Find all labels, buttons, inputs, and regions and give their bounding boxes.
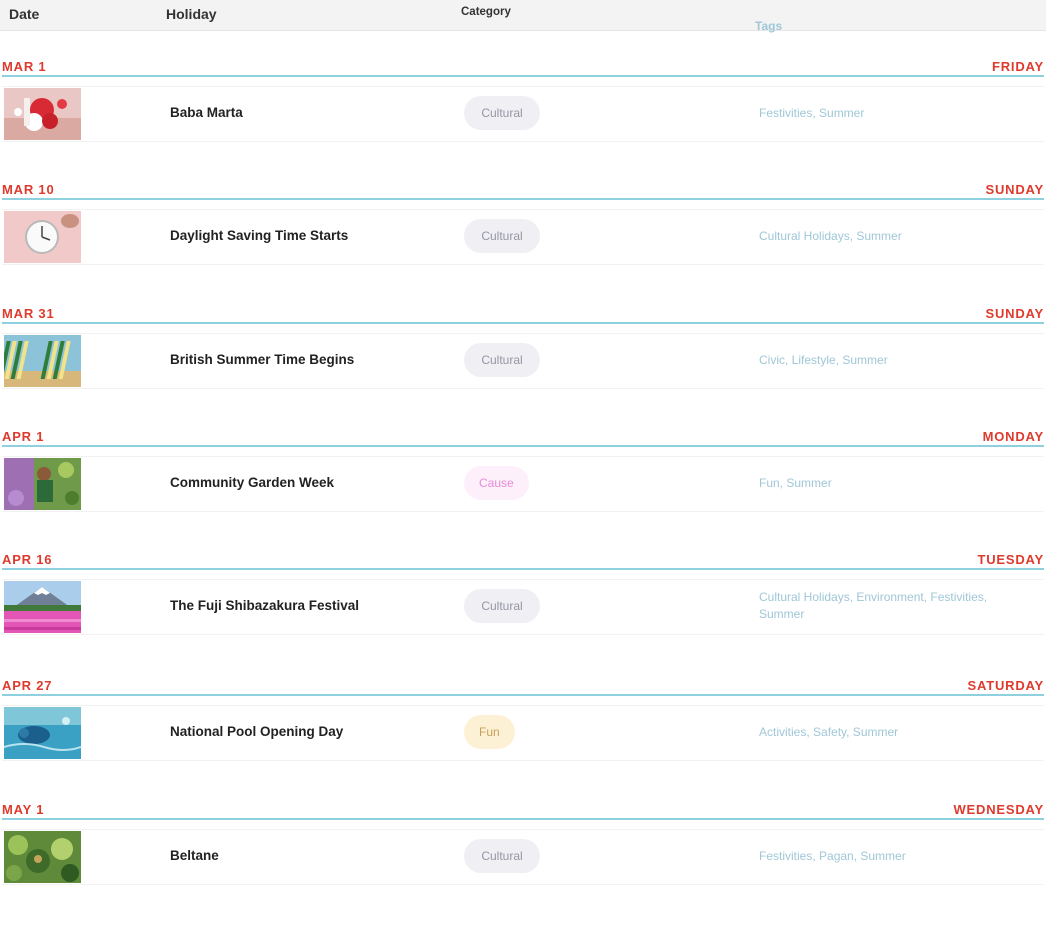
weekday-label: WEDNESDAY bbox=[953, 802, 1044, 817]
weekday-label: SUNDAY bbox=[985, 306, 1044, 321]
holiday-thumbnail[interactable] bbox=[4, 458, 81, 510]
tag-list[interactable]: Festivities, Summer bbox=[759, 105, 999, 122]
date-group: MAR 10 SUNDAY Daylight Saving Time Start… bbox=[0, 182, 1046, 306]
holiday-row[interactable]: Baba Marta Cultural Festivities, Summer bbox=[2, 86, 1044, 142]
tag-list[interactable]: Cultural Holidays, Environment, Festivit… bbox=[759, 589, 999, 623]
tag-list[interactable]: Activities, Safety, Summer bbox=[759, 724, 999, 741]
holiday-row[interactable]: The Fuji Shibazakura Festival Cultural C… bbox=[2, 579, 1044, 635]
weekday-label: SUNDAY bbox=[985, 182, 1044, 197]
tag-list[interactable]: Fun, Summer bbox=[759, 475, 999, 492]
date-label: APR 27 bbox=[2, 678, 53, 693]
holiday-row[interactable]: Beltane Cultural Festivities, Pagan, Sum… bbox=[2, 829, 1044, 885]
tag-list[interactable]: Festivities, Pagan, Summer bbox=[759, 848, 999, 865]
date-divider bbox=[2, 802, 1044, 820]
date-label: APR 1 bbox=[2, 429, 45, 444]
holiday-row[interactable]: Community Garden Week Cause Fun, Summer bbox=[2, 456, 1044, 512]
category-badge[interactable]: Cultural bbox=[464, 589, 540, 623]
holiday-row[interactable]: Daylight Saving Time Starts Cultural Cul… bbox=[2, 209, 1044, 265]
weekday-label: MONDAY bbox=[982, 429, 1044, 444]
holiday-thumbnail[interactable] bbox=[4, 707, 81, 759]
column-header-holiday[interactable]: Holiday bbox=[166, 6, 217, 22]
date-group: APR 16 TUESDAY The Fuji Shibazakura Fest… bbox=[0, 552, 1046, 676]
holiday-name[interactable]: Baba Marta bbox=[170, 105, 243, 120]
column-header-category[interactable]: Category bbox=[461, 6, 511, 18]
date-label: MAY 1 bbox=[2, 802, 45, 817]
holiday-name[interactable]: Beltane bbox=[170, 848, 219, 863]
date-label: MAR 31 bbox=[2, 306, 55, 321]
date-group: APR 27 SATURDAY National Pool Opening Da… bbox=[0, 678, 1046, 802]
date-divider bbox=[2, 182, 1044, 200]
date-label: MAR 1 bbox=[2, 59, 47, 74]
category-badge[interactable]: Fun bbox=[464, 715, 515, 749]
date-group: MAR 31 SUNDAY British Summer Time Begins bbox=[0, 306, 1046, 430]
weekday-label: FRIDAY bbox=[992, 59, 1044, 74]
date-label: MAR 10 bbox=[2, 182, 55, 197]
weekday-label: TUESDAY bbox=[977, 552, 1044, 567]
holiday-thumbnail[interactable] bbox=[4, 335, 81, 387]
weekday-label: SATURDAY bbox=[967, 678, 1044, 693]
date-label: APR 16 bbox=[2, 552, 53, 567]
date-group: MAR 1 FRIDAY Baba Marta Cultural Festivi… bbox=[0, 59, 1046, 183]
tag-list[interactable]: Cultural Holidays, Summer bbox=[759, 228, 999, 245]
holiday-row[interactable]: National Pool Opening Day Fun Activities… bbox=[2, 705, 1044, 761]
category-badge[interactable]: Cause bbox=[464, 466, 529, 500]
holiday-name[interactable]: Daylight Saving Time Starts bbox=[170, 228, 348, 243]
date-divider bbox=[2, 552, 1044, 570]
holiday-row[interactable]: British Summer Time Begins Cultural Civi… bbox=[2, 333, 1044, 389]
holiday-name[interactable]: British Summer Time Begins bbox=[170, 352, 354, 367]
category-badge[interactable]: Cultural bbox=[464, 219, 540, 253]
category-badge[interactable]: Cultural bbox=[464, 343, 540, 377]
holiday-name[interactable]: The Fuji Shibazakura Festival bbox=[170, 598, 359, 613]
holiday-thumbnail[interactable] bbox=[4, 831, 81, 883]
holiday-thumbnail[interactable] bbox=[4, 211, 81, 263]
holiday-thumbnail[interactable] bbox=[4, 581, 81, 633]
date-group: MAY 1 WEDNESDAY Beltane Cultural Festivi… bbox=[0, 802, 1046, 926]
date-divider bbox=[2, 306, 1044, 324]
column-header-tags[interactable]: Tags bbox=[755, 18, 995, 35]
holiday-thumbnail[interactable] bbox=[4, 88, 81, 140]
tag-list[interactable]: Civic, Lifestyle, Summer bbox=[759, 352, 999, 369]
category-badge[interactable]: Cultural bbox=[464, 96, 540, 130]
date-group: APR 1 MONDAY Community Garden Week Cause… bbox=[0, 429, 1046, 553]
holiday-name[interactable]: Community Garden Week bbox=[170, 475, 334, 490]
table-header: Date Holiday Category Tags bbox=[0, 0, 1046, 33]
date-divider bbox=[2, 678, 1044, 696]
date-divider bbox=[2, 59, 1044, 77]
date-divider bbox=[2, 429, 1044, 447]
holiday-name[interactable]: National Pool Opening Day bbox=[170, 724, 343, 739]
column-header-date[interactable]: Date bbox=[9, 6, 39, 22]
category-badge[interactable]: Cultural bbox=[464, 839, 540, 873]
